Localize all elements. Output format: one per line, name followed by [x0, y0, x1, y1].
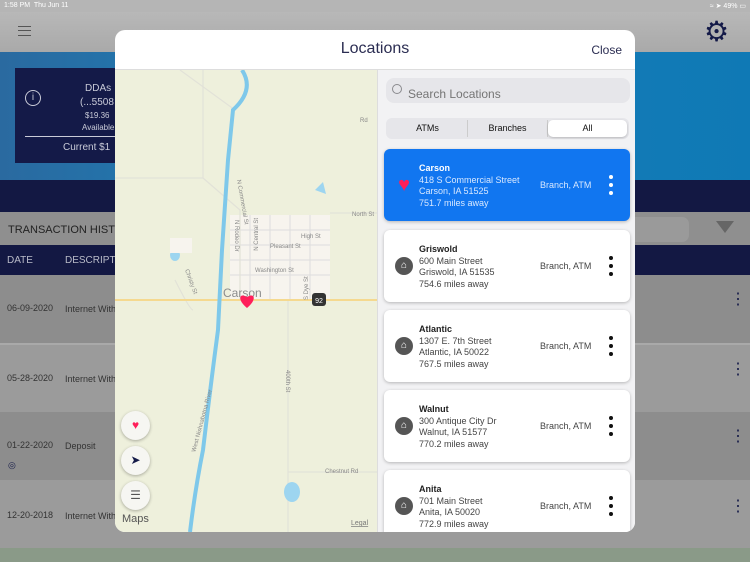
more-icon[interactable]: ⋮ — [730, 292, 746, 308]
location-city: Anita, IA 50020 — [419, 507, 481, 517]
column-date: DATE — [7, 255, 33, 266]
locations-modal: Locations Close Carson North St High St … — [115, 30, 635, 532]
row-date: 12-20-2018 — [7, 510, 54, 520]
bank-icon: ⌂ — [395, 417, 413, 435]
location-city: Carson, IA 51525 — [419, 186, 489, 196]
filter-segmented-control[interactable]: ATMs Branches All — [386, 118, 629, 139]
street-label: N Central St — [254, 218, 260, 251]
row-date: 01-22-2020 — [7, 440, 54, 450]
close-button[interactable]: Close — [591, 43, 622, 57]
location-distance: 754.6 miles away — [419, 279, 489, 289]
filter-atms[interactable]: ATMs — [388, 120, 468, 137]
location-street: 418 S Commercial Street — [419, 175, 520, 185]
street-label: S Dye St — [304, 276, 310, 300]
location-name: Walnut — [419, 404, 449, 414]
status-date: Thu Jun 11 — [33, 2, 69, 9]
location-card[interactable]: ⌂ Anita 701 Main Street Anita, IA 50020 7… — [384, 470, 630, 532]
location-distance: 751.7 miles away — [419, 198, 489, 208]
list-view-button[interactable]: ☰ — [121, 481, 150, 510]
street-label: High St — [301, 234, 321, 240]
location-city: Atlantic, IA 50022 — [419, 347, 490, 357]
highway-number: 92 — [315, 298, 323, 305]
status-bar: 1:58 PM Thu Jun 11 ≈ ➤ 49% ▭ — [0, 0, 750, 12]
bank-icon: ⌂ — [395, 337, 413, 355]
check-image-icon[interactable]: ◎ — [8, 460, 16, 471]
more-options-icon[interactable] — [607, 175, 615, 195]
filter-icon[interactable] — [716, 221, 734, 233]
map-view[interactable]: Carson North St High St Pleasant St Wash… — [115, 70, 378, 532]
location-type: Branch, ATM — [540, 501, 592, 511]
location-type: Branch, ATM — [540, 180, 592, 190]
row-date: 05-28-2020 — [7, 373, 54, 383]
more-icon[interactable]: ⋮ — [730, 429, 746, 445]
more-options-icon[interactable] — [607, 416, 615, 436]
more-options-icon[interactable] — [607, 496, 615, 516]
location-card[interactable]: ⌂ Atlantic 1307 E. 7th Street Atlantic, I… — [384, 310, 630, 382]
search-icon — [392, 84, 402, 94]
location-street: 600 Main Street — [419, 256, 483, 266]
more-options-icon[interactable] — [607, 256, 615, 276]
bank-icon: ⌂ — [395, 497, 413, 515]
row-description: Deposit — [65, 441, 96, 451]
account-balance: $19.36 — [85, 111, 110, 120]
battery-indicator: ≈ ➤ 49% ▭ — [709, 3, 746, 10]
more-options-icon[interactable] — [607, 336, 615, 356]
filter-all[interactable]: All — [548, 120, 627, 137]
street-label: Christy St — [183, 269, 198, 296]
info-icon[interactable]: i — [25, 90, 41, 106]
gear-icon[interactable]: ⚙ — [704, 18, 729, 46]
location-name: Griswold — [419, 244, 458, 254]
location-name: Carson — [419, 163, 451, 173]
legal-link[interactable]: Legal — [351, 520, 369, 527]
street-label: Chestnut Rd — [325, 469, 358, 475]
map-canvas[interactable]: Carson North St High St Pleasant St Wash… — [115, 70, 378, 532]
location-card[interactable]: ♥ Carson 418 S Commercial Street Carson, … — [384, 149, 630, 221]
street-label: Rd — [360, 118, 368, 124]
location-pin-heart-icon[interactable] — [240, 295, 254, 308]
street-label: North St — [352, 212, 374, 218]
location-street: 300 Antique City Dr — [419, 416, 497, 426]
modal-title: Locations — [340, 40, 410, 57]
location-street: 1307 E. 7th Street — [419, 336, 492, 346]
account-name: DDAs — [85, 83, 112, 94]
apple-maps-logo: Maps — [122, 513, 149, 525]
current-balance: Current $1 — [63, 142, 111, 153]
more-icon[interactable]: ⋮ — [730, 362, 746, 378]
status-time: 1:58 PM — [4, 2, 31, 9]
location-name: Anita — [419, 484, 442, 494]
street-label: 400th St — [284, 370, 290, 393]
maps-attribution: Maps — [122, 513, 149, 525]
location-city: Griswold, IA 51535 — [419, 267, 495, 277]
battery-level: 49% — [723, 3, 738, 10]
bank-icon: ⌂ — [395, 257, 413, 275]
location-city: Walnut, IA 51577 — [419, 427, 488, 437]
available-label: Available — [82, 123, 115, 132]
row-date: 06-09-2020 — [7, 303, 54, 313]
location-street: 701 Main Street — [419, 496, 483, 506]
more-icon[interactable]: ⋮ — [730, 499, 746, 515]
location-type: Branch, ATM — [540, 341, 592, 351]
location-distance: 767.5 miles away — [419, 359, 489, 369]
street-label: Washington St — [255, 268, 294, 274]
location-name: Atlantic — [419, 324, 453, 334]
location-card[interactable]: ⌂ Griswold 600 Main Street Griswold, IA 5… — [384, 230, 630, 302]
location-card[interactable]: ⌂ Walnut 300 Antique City Dr Walnut, IA 5… — [384, 390, 630, 462]
location-type: Branch, ATM — [540, 261, 592, 271]
locations-panel: ATMs Branches All ♥ Carson 418 S Commerci… — [378, 70, 635, 532]
street-label: N Rodeo Dr — [233, 220, 239, 252]
menu-icon[interactable] — [18, 26, 31, 36]
street-label: Pleasant St — [270, 244, 301, 250]
heart-icon: ♥ — [398, 174, 410, 196]
location-type: Branch, ATM — [540, 421, 592, 431]
favorites-button[interactable]: ♥ — [121, 411, 150, 440]
location-distance: 770.2 miles away — [419, 439, 489, 449]
filter-branches[interactable]: Branches — [468, 120, 548, 137]
search-locations-input[interactable] — [386, 78, 630, 103]
modal-header: Locations Close — [115, 30, 635, 70]
background-footer — [0, 548, 750, 562]
current-location-button[interactable]: ➤ — [121, 446, 150, 475]
account-number: (...5508 — [80, 97, 114, 108]
location-distance: 772.9 miles away — [419, 519, 489, 529]
